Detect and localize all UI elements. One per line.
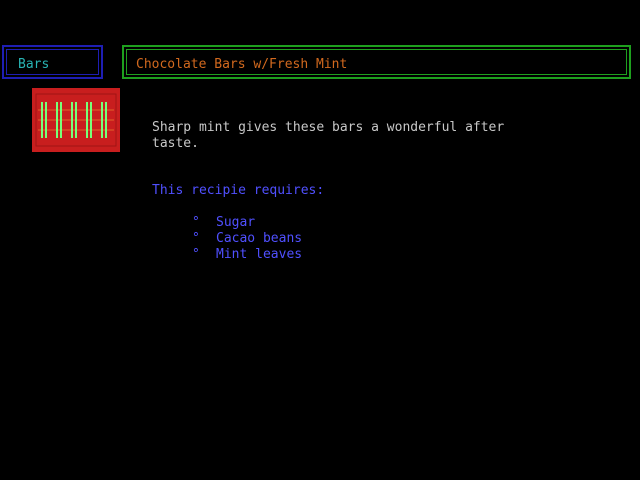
recipe-title-panel: Chocolate Bars w/Fresh Mint — [122, 45, 631, 79]
recipe-description: Sharp mint gives these bars a wonderful … — [152, 120, 505, 151]
requires-heading: This recipie requires: — [152, 183, 325, 198]
ingredient-name: Mint leaves — [216, 247, 303, 262]
category-label: Bars — [18, 57, 50, 72]
ingredient-name: Cacao beans — [216, 231, 303, 246]
recipe-title: Chocolate Bars w/Fresh Mint — [136, 57, 348, 72]
bullet-icon: ° — [192, 231, 200, 246]
bullet-icon: ° — [192, 215, 200, 230]
ingredient-list: ° Sugar ° Cacao beans ° Mint leaves — [192, 215, 302, 263]
bullet-icon: ° — [192, 247, 200, 262]
category-panel[interactable]: Bars — [2, 45, 103, 79]
ingredient-name: Sugar — [216, 215, 256, 230]
ingredient-item: ° Mint leaves — [192, 247, 302, 263]
ingredient-item: ° Sugar — [192, 215, 302, 231]
ingredient-item: ° Cacao beans — [192, 231, 302, 247]
chocolate-bar-icon — [32, 88, 120, 152]
